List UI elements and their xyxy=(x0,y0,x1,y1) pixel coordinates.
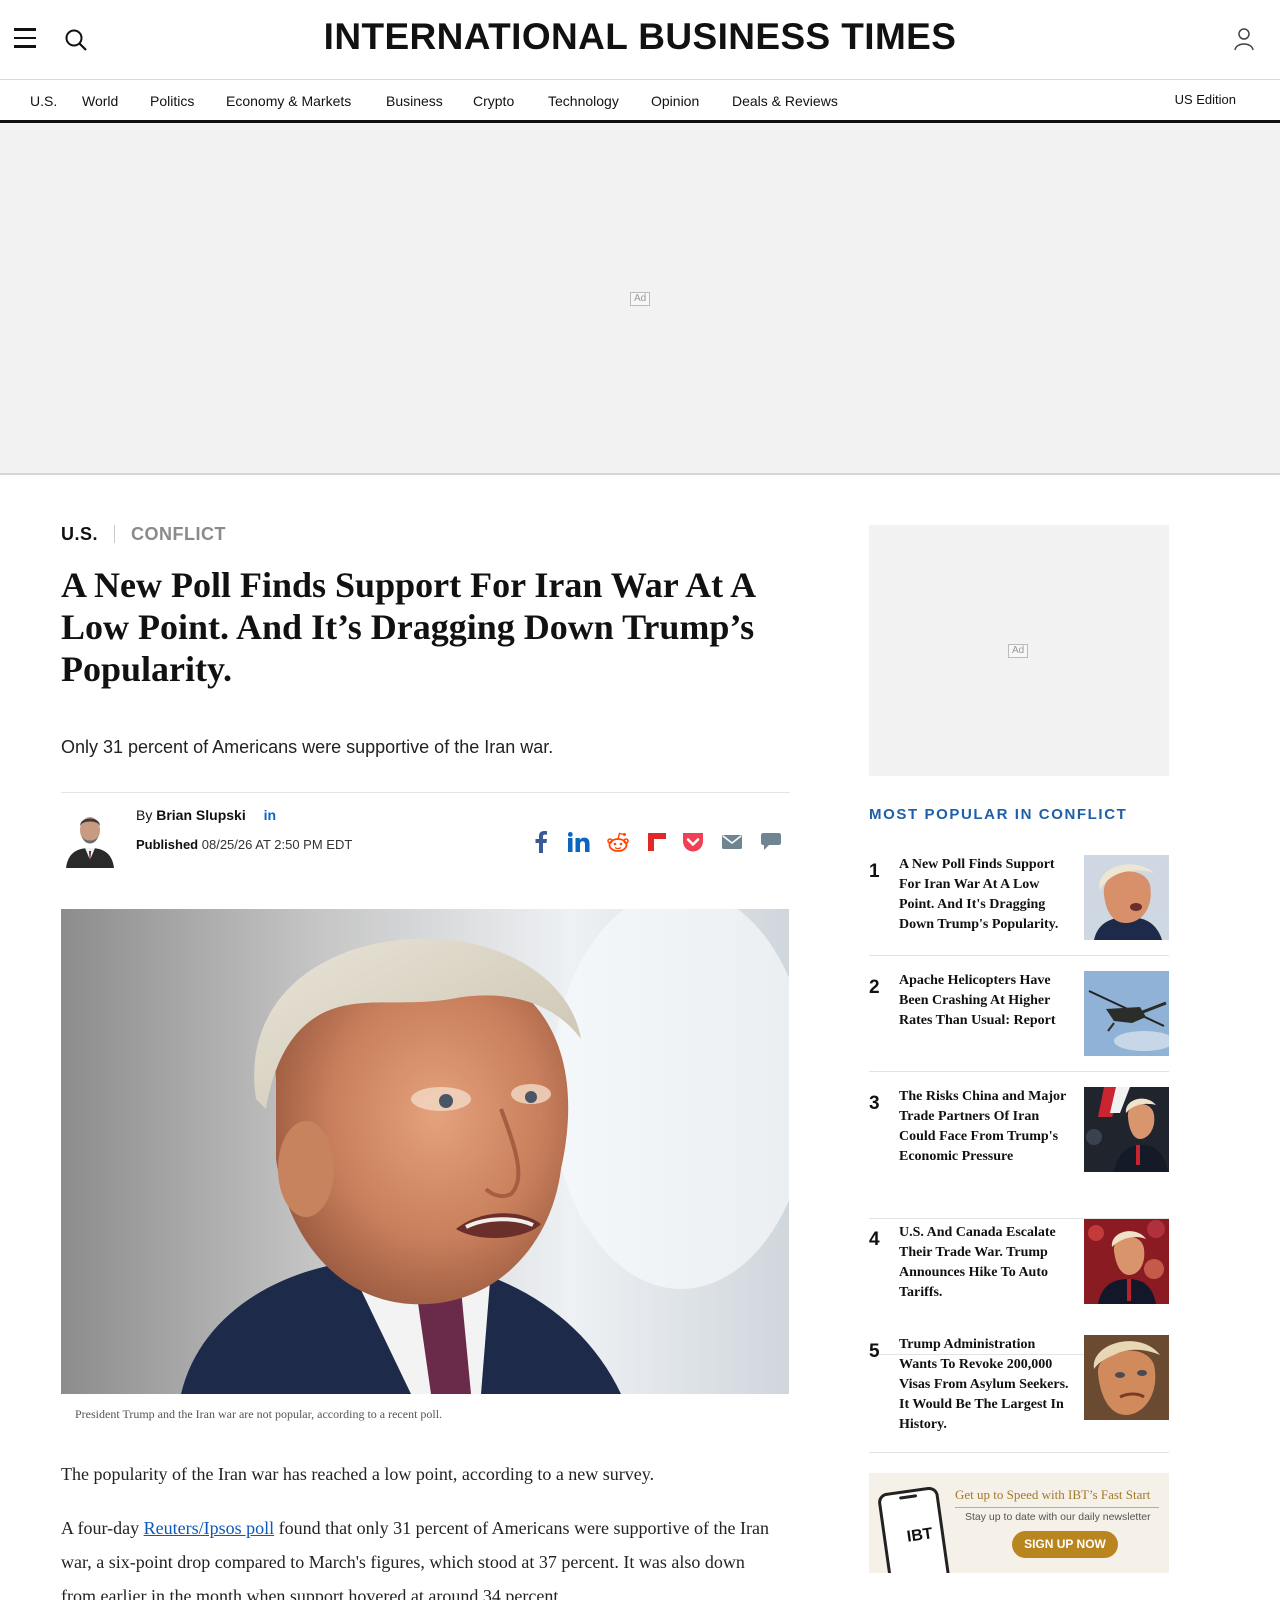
article-kicker: U.S. CONFLICT xyxy=(61,524,226,545)
nav-item-economy-markets[interactable]: Economy & Markets xyxy=(226,93,351,109)
author-avatar[interactable] xyxy=(64,806,116,868)
promo-divider xyxy=(955,1507,1159,1508)
popular-item-title[interactable]: U.S. And Canada Escalate Their Trade War… xyxy=(899,1223,1071,1303)
nav-item-deals-reviews[interactable]: Deals & Reviews xyxy=(732,93,838,109)
search-icon[interactable] xyxy=(63,27,89,53)
reddit-icon[interactable] xyxy=(606,830,630,854)
published-label: Published xyxy=(136,837,199,852)
nav-item-opinion[interactable]: Opinion xyxy=(651,93,699,109)
top-ad-banner[interactable]: Ad xyxy=(0,123,1280,475)
para2-text-start: A four-day xyxy=(61,1518,144,1538)
sign-up-button[interactable]: SIGN UP NOW xyxy=(1012,1531,1118,1558)
nav-item-crypto[interactable]: Crypto xyxy=(473,93,514,109)
published-timestamp: 08/25/26 AT 2:50 PM EDT xyxy=(201,837,353,852)
divider xyxy=(61,792,790,793)
promo-title: Get up to Speed with IBT’s Fast Start xyxy=(955,1487,1151,1502)
site-logo[interactable]: INTERNATIONAL BUSINESS TIMES xyxy=(0,16,1280,58)
linkedin-icon[interactable] xyxy=(567,830,591,854)
flipboard-icon[interactable] xyxy=(645,830,669,854)
popular-item-thumbnail[interactable] xyxy=(1084,1219,1169,1304)
popular-rank: 1 xyxy=(869,861,880,882)
most-popular-title: MOST POPULAR IN CONFLICT xyxy=(869,806,1128,823)
pocket-icon[interactable] xyxy=(681,830,705,854)
popular-item-title[interactable]: Trump Administration Wants To Revoke 200… xyxy=(899,1335,1071,1435)
hero-caption: President Trump and the Iran war are not… xyxy=(75,1407,443,1421)
nav-item-technology[interactable]: Technology xyxy=(548,93,619,109)
article-dek: Only 31 percent of Americans were suppor… xyxy=(61,737,554,757)
email-icon[interactable] xyxy=(720,830,744,854)
nav-item-us[interactable]: U.S. xyxy=(30,93,57,109)
article-paragraph-1: The popularity of the Iran war has reach… xyxy=(61,1464,655,1484)
nav-item-business[interactable]: Business xyxy=(386,93,443,109)
nav-item-world[interactable]: World xyxy=(82,93,118,109)
newsletter-promo: IBT Get up to Speed with IBT’s Fast Star… xyxy=(869,1473,1169,1573)
popular-item[interactable]: 1 A New Poll Finds Support For Iran War … xyxy=(869,855,1169,956)
site-header: INTERNATIONAL BUSINESS TIMES xyxy=(0,0,1280,80)
article-headline: A New Poll Finds Support For Iran War At… xyxy=(61,565,755,689)
promo-subtitle: Stay up to date with our daily newslette… xyxy=(965,1511,1151,1523)
subcategory-link[interactable]: CONFLICT xyxy=(131,524,226,544)
popular-rank: 2 xyxy=(869,977,880,998)
popular-item-title[interactable]: The Risks China and Major Trade Partners… xyxy=(899,1087,1071,1167)
sidebar-ad[interactable]: Ad xyxy=(869,525,1169,776)
ad-label: Ad xyxy=(630,292,651,306)
popular-item-title[interactable]: A New Poll Finds Support For Iran War At… xyxy=(899,855,1071,935)
popular-rank: 5 xyxy=(869,1341,880,1362)
kicker-divider xyxy=(114,525,116,543)
author-name-link[interactable]: Brian Slupski xyxy=(156,807,245,823)
byline-prefix: By xyxy=(136,807,153,823)
article-paragraph-2: A four-day Reuters/Ipsos poll found that… xyxy=(61,1511,781,1600)
main-nav: U.S. World Politics Economy & Markets Bu… xyxy=(0,80,1280,123)
popular-item[interactable]: 5 Trump Administration Wants To Revoke 2… xyxy=(869,1335,1169,1453)
author-byline: By Brian Slupski in xyxy=(136,807,276,823)
ad-label: Ad xyxy=(1008,644,1029,658)
comment-icon[interactable] xyxy=(759,830,783,854)
edition-selector[interactable]: US Edition xyxy=(1175,92,1236,107)
popular-item-thumbnail[interactable] xyxy=(1084,855,1169,940)
facebook-icon[interactable] xyxy=(529,830,553,854)
popular-item[interactable]: 2 Apache Helicopters Have Been Crashing … xyxy=(869,971,1169,1072)
ibt-phone-logo: IBT xyxy=(905,1525,934,1546)
popular-item-title[interactable]: Apache Helicopters Have Been Crashing At… xyxy=(899,971,1071,1031)
popular-item-thumbnail[interactable] xyxy=(1084,971,1169,1056)
popular-item-thumbnail[interactable] xyxy=(1084,1087,1169,1172)
hero-image[interactable] xyxy=(61,909,789,1394)
reuters-ipsos-poll-link[interactable]: Reuters/Ipsos poll xyxy=(144,1518,275,1538)
popular-item[interactable]: 3 The Risks China and Major Trade Partne… xyxy=(869,1087,1169,1219)
popular-item-thumbnail[interactable] xyxy=(1084,1335,1169,1420)
author-linkedin-icon[interactable]: in xyxy=(264,807,276,823)
user-account-icon[interactable] xyxy=(1232,26,1256,52)
publish-date: Published 08/25/26 AT 2:50 PM EDT xyxy=(136,837,352,852)
popular-rank: 3 xyxy=(869,1093,880,1114)
popular-rank: 4 xyxy=(869,1229,880,1250)
menu-icon[interactable] xyxy=(14,28,36,50)
nav-item-politics[interactable]: Politics xyxy=(150,93,194,109)
category-link[interactable]: U.S. xyxy=(61,524,98,544)
